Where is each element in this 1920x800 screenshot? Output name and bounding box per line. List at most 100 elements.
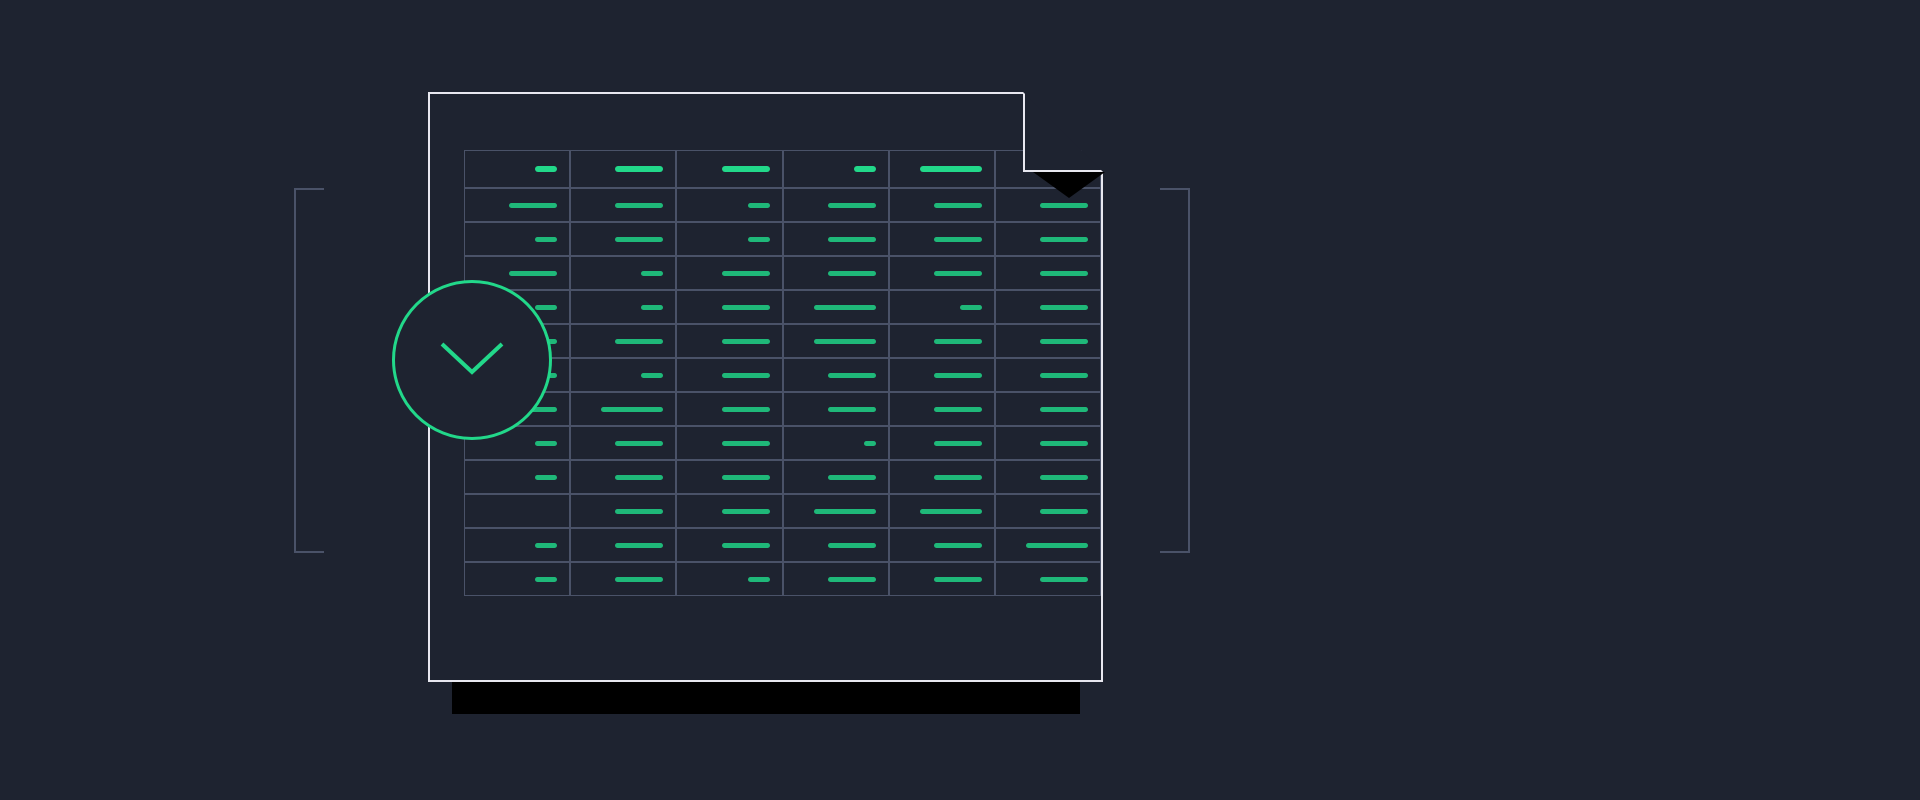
- cell-bar: [615, 543, 663, 548]
- right-bracket-icon: [1160, 188, 1190, 553]
- table-cell: [783, 494, 889, 528]
- cell-bar: [934, 271, 982, 276]
- table-header-cell: [464, 150, 570, 188]
- table-row: [464, 392, 1101, 426]
- table-row: [464, 528, 1101, 562]
- table-cell: [889, 188, 995, 222]
- table-cell: [889, 562, 995, 596]
- table-header-cell: [570, 150, 676, 188]
- spreadsheet-table: [464, 150, 1101, 596]
- cell-bar: [934, 237, 982, 242]
- table-cell: [783, 528, 889, 562]
- table-cell: [676, 392, 782, 426]
- table-cell: [676, 460, 782, 494]
- cell-bar: [960, 305, 982, 310]
- table-cell: [464, 188, 570, 222]
- cell-bar: [615, 475, 663, 480]
- table-cell: [889, 256, 995, 290]
- table-cell: [889, 324, 995, 358]
- table-cell: [889, 222, 995, 256]
- cell-bar: [828, 543, 876, 548]
- table-row: [464, 358, 1101, 392]
- table-cell: [995, 188, 1101, 222]
- chevron-down-icon: [436, 338, 508, 382]
- table-cell: [889, 494, 995, 528]
- table-cell: [995, 562, 1101, 596]
- cell-bar: [828, 237, 876, 242]
- cell-bar: [828, 203, 876, 208]
- cell-bar: [1040, 271, 1088, 276]
- cell-bar: [748, 237, 770, 242]
- cell-bar: [934, 373, 982, 378]
- cell-bar: [615, 577, 663, 582]
- table-cell: [889, 528, 995, 562]
- table-cell: [889, 460, 995, 494]
- left-bracket-icon: [294, 188, 324, 553]
- table-cell: [676, 256, 782, 290]
- cell-bar: [814, 339, 876, 344]
- cell-bar: [934, 577, 982, 582]
- cell-bar: [828, 577, 876, 582]
- cell-bar: [934, 407, 982, 412]
- table-cell: [783, 324, 889, 358]
- table-cell: [570, 494, 676, 528]
- cell-bar: [934, 543, 982, 548]
- badge-circle: [392, 280, 552, 440]
- cell-bar: [1040, 305, 1088, 310]
- cell-bar: [722, 475, 770, 480]
- cell-bar: [535, 475, 557, 480]
- table-row: [464, 222, 1101, 256]
- table-cell: [570, 562, 676, 596]
- table-cell: [889, 392, 995, 426]
- table-cell: [570, 426, 676, 460]
- cell-bar: [615, 237, 663, 242]
- header-bar: [854, 166, 876, 172]
- table-cell: [995, 358, 1101, 392]
- cell-bar: [615, 339, 663, 344]
- cell-bar: [722, 509, 770, 514]
- cell-bar: [1026, 543, 1088, 548]
- cell-bar: [1040, 373, 1088, 378]
- table-cell: [889, 426, 995, 460]
- cell-bar: [1040, 339, 1088, 344]
- table-cell: [464, 528, 570, 562]
- table-cell: [783, 392, 889, 426]
- table-cell: [995, 256, 1101, 290]
- cell-bar: [814, 509, 876, 514]
- cell-bar: [722, 441, 770, 446]
- cell-bar: [748, 203, 770, 208]
- folded-corner-icon: [1023, 92, 1103, 172]
- cell-bar: [1040, 509, 1088, 514]
- table-cell: [995, 426, 1101, 460]
- table-cell: [676, 426, 782, 460]
- cell-bar: [920, 509, 982, 514]
- table-cell: [570, 460, 676, 494]
- table-row: [464, 188, 1101, 222]
- diagram-stage: [0, 0, 1920, 800]
- cell-bar: [1040, 407, 1088, 412]
- table-cell: [464, 460, 570, 494]
- table-row: [464, 494, 1101, 528]
- header-bar: [615, 166, 663, 172]
- table-row: [464, 290, 1101, 324]
- table-cell: [676, 324, 782, 358]
- table-cell: [570, 528, 676, 562]
- cell-bar: [828, 407, 876, 412]
- table-row: [464, 460, 1101, 494]
- cell-bar: [934, 339, 982, 344]
- table-header-cell: [783, 150, 889, 188]
- table-row: [464, 562, 1101, 596]
- cell-bar: [615, 509, 663, 514]
- header-bar: [920, 166, 982, 172]
- header-bar: [722, 166, 770, 172]
- table-cell: [995, 222, 1101, 256]
- table-cell: [570, 358, 676, 392]
- table-cell: [783, 426, 889, 460]
- table-cell: [570, 256, 676, 290]
- cell-bar: [828, 373, 876, 378]
- table-row: [464, 426, 1101, 460]
- table-row: [464, 324, 1101, 358]
- table-header-row: [464, 150, 1101, 188]
- cell-bar: [814, 305, 876, 310]
- table-cell: [676, 358, 782, 392]
